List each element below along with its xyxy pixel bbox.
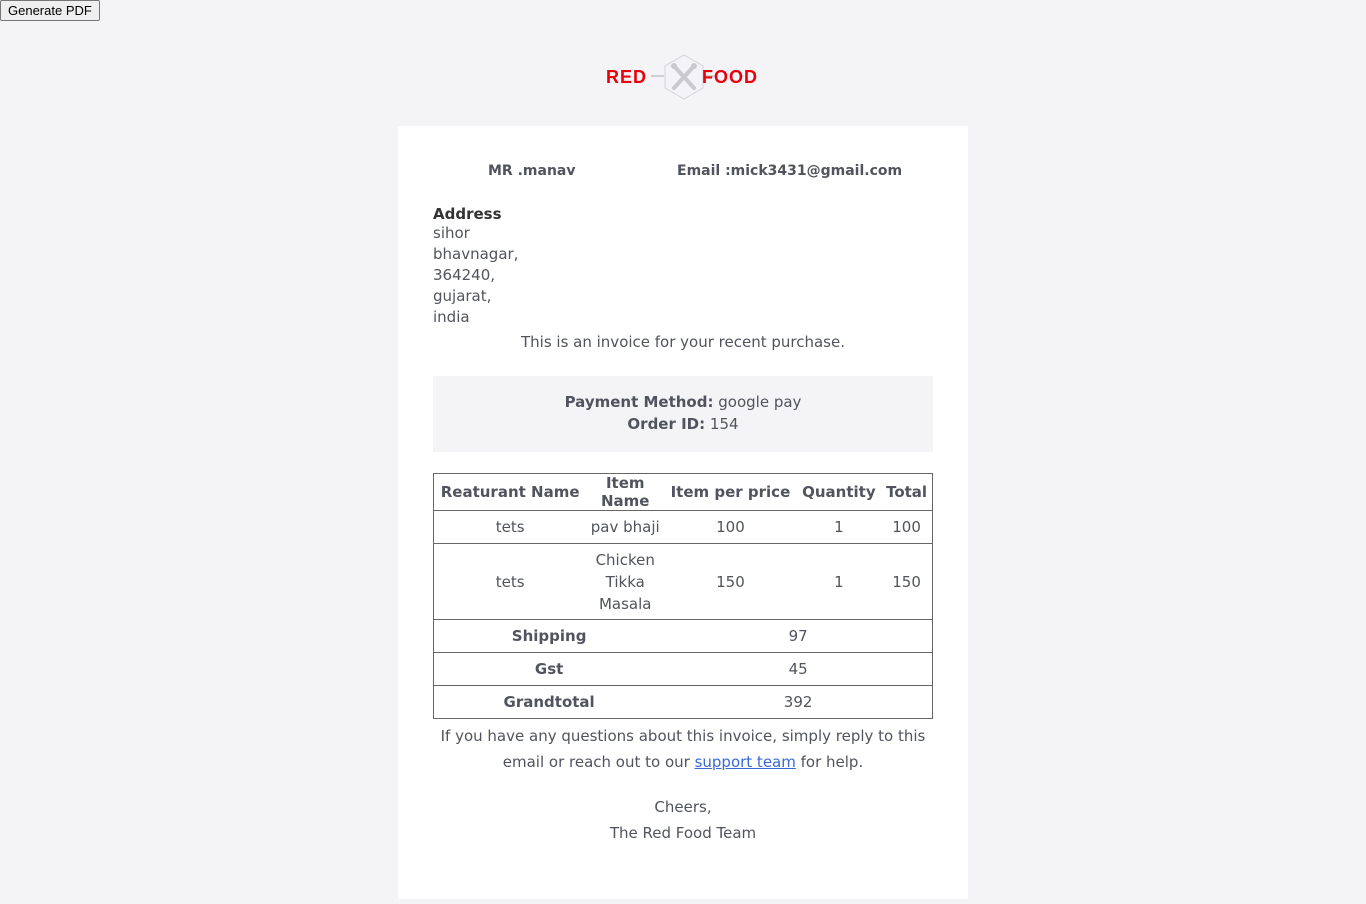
total-cell: 150 (881, 543, 934, 620)
signoff-line: Cheers, (654, 798, 712, 816)
customer-email: Email :mick3431@gmail.com (677, 163, 903, 179)
support-team-link[interactable]: support team (695, 753, 796, 771)
table-header-row: Reaturant Name Item Name Item per price … (433, 473, 934, 511)
summary-row-shipping: Shipping 97 (433, 619, 934, 653)
quantity-cell: 1 (796, 510, 882, 544)
summary-value: 45 (664, 652, 934, 686)
column-header: Item Name (586, 473, 665, 511)
order-id-line: Order ID: 154 (433, 413, 933, 435)
column-header: Reaturant Name (433, 473, 587, 511)
item-name-cell: pav bhaji (586, 510, 665, 544)
logo-word-food: FOOD (702, 67, 758, 87)
customer-address: Address sihor bhavnagar, 364240, gujarat… (433, 204, 518, 328)
payment-method-label: Payment Method: (564, 393, 714, 411)
help-text: If you have any questions about this inv… (433, 723, 933, 775)
address-label: Address (433, 205, 502, 223)
summary-label: Grandtotal (433, 685, 665, 719)
help-text-after: for help. (800, 753, 864, 771)
quantity-cell: 1 (796, 543, 882, 620)
red-food-logo: RED FOOD (604, 54, 764, 100)
payment-info-box: Payment Method: google pay Order ID: 154 (433, 376, 933, 452)
item-price-cell: 100 (664, 510, 797, 544)
address-line: sihor (433, 224, 470, 242)
item-price-cell: 150 (664, 543, 797, 620)
address-line: india (433, 308, 470, 326)
restaurant-cell: tets (433, 543, 587, 620)
total-cell: 100 (881, 510, 934, 544)
restaurant-cell: tets (433, 510, 587, 544)
invoice-card: MR .manav Email :mick3431@gmail.com Addr… (398, 126, 968, 899)
customer-header: MR .manav Email :mick3431@gmail.com (433, 163, 933, 183)
address-line: bhavnagar, (433, 245, 519, 263)
order-id-value: 154 (709, 415, 739, 433)
invoice-table: Reaturant Name Item Name Item per price … (433, 473, 934, 719)
column-header: Total (881, 473, 934, 511)
order-id-label: Order ID: (627, 415, 706, 433)
column-header: Item per price (664, 473, 797, 511)
payment-method-line: Payment Method: google pay (433, 391, 933, 413)
table-row: tets pav bhaji 100 1 100 (433, 510, 934, 544)
generate-pdf-button[interactable]: Generate PDF (0, 0, 100, 21)
summary-row-grandtotal: Grandtotal 392 (433, 685, 934, 719)
table-row: tets Chicken Tikka Masala 150 1 150 (433, 543, 934, 620)
summary-label: Gst (433, 652, 665, 686)
summary-value: 392 (664, 685, 934, 719)
column-header: Quantity (796, 473, 882, 511)
signoff: Cheers, The Red Food Team (433, 794, 933, 846)
summary-value: 97 (664, 619, 934, 653)
summary-row-gst: Gst 45 (433, 652, 934, 686)
logo-word-red: RED (606, 67, 647, 87)
address-line: gujarat, (433, 287, 492, 305)
signoff-team: The Red Food Team (609, 824, 757, 842)
summary-label: Shipping (433, 619, 665, 653)
item-name-cell: Chicken Tikka Masala (586, 543, 665, 620)
payment-method-value: google pay (718, 393, 802, 411)
customer-name: MR .manav (488, 163, 576, 179)
address-line: 364240, (433, 266, 496, 284)
intro-text: This is an invoice for your recent purch… (521, 333, 845, 351)
